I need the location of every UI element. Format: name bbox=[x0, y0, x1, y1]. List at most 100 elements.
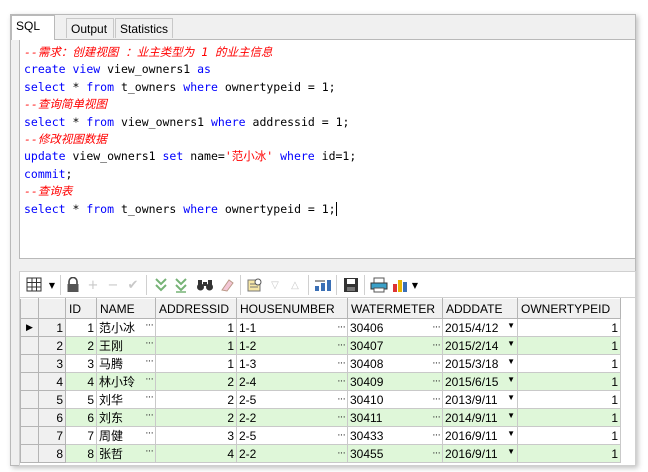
cell-housenumber[interactable]: ··· 2-2 bbox=[236, 444, 348, 463]
ellipsis-button[interactable]: ··· bbox=[428, 429, 441, 441]
cell-adddate[interactable]: ▼ 2013/9/11 bbox=[442, 390, 518, 409]
cell-watermeter[interactable]: ··· 30409 bbox=[347, 372, 443, 391]
grid-select-icon[interactable] bbox=[24, 276, 46, 294]
cell-addressid[interactable]: 3 bbox=[155, 426, 237, 445]
cell-id[interactable]: 4 bbox=[65, 372, 97, 391]
ellipsis-button[interactable]: ··· bbox=[428, 411, 441, 423]
fetch-next-icon[interactable] bbox=[152, 276, 170, 294]
ellipsis-button[interactable]: ··· bbox=[141, 319, 154, 331]
table-row[interactable]: 8 8 ··· 张哲 4 ··· 2-2 ··· 30455 ▼ 2016/9/11 1 bbox=[20, 444, 621, 463]
code-line[interactable]: commit; bbox=[24, 166, 356, 183]
tab-statistics[interactable]: Statistics bbox=[115, 18, 173, 38]
find-icon[interactable] bbox=[196, 276, 214, 294]
ellipsis-button[interactable]: ··· bbox=[428, 447, 441, 459]
chevron-down-icon[interactable]: ▼ bbox=[504, 375, 515, 384]
delete-record-icon[interactable]: − bbox=[104, 276, 122, 294]
chevron-down-icon[interactable]: ▼ bbox=[410, 276, 420, 294]
row-indicator[interactable] bbox=[20, 444, 39, 463]
cell-name[interactable]: ··· 范小冰 bbox=[96, 318, 156, 337]
export-icon[interactable] bbox=[314, 276, 332, 294]
ellipsis-button[interactable]: ··· bbox=[333, 411, 346, 423]
column-header-name[interactable]: NAME bbox=[96, 298, 156, 319]
add-record-icon[interactable]: + bbox=[84, 276, 102, 294]
ellipsis-button[interactable]: ··· bbox=[333, 429, 346, 441]
code-line[interactable]: select * from t_owners where ownertypeid… bbox=[24, 79, 356, 96]
ellipsis-button[interactable]: ··· bbox=[333, 447, 346, 459]
ellipsis-button[interactable]: ··· bbox=[428, 339, 441, 351]
column-header-housenumber[interactable]: HOUSENUMBER bbox=[236, 298, 348, 319]
row-indicator[interactable] bbox=[20, 354, 39, 373]
column-header-adddate[interactable]: ADDDATE bbox=[442, 298, 518, 319]
cell-adddate[interactable]: ▼ 2015/4/12 bbox=[442, 318, 518, 337]
code-line[interactable]: select * from view_owners1 where address… bbox=[24, 114, 356, 131]
cell-watermeter[interactable]: ··· 30455 bbox=[347, 444, 443, 463]
cell-ownertypeid[interactable]: 1 bbox=[517, 336, 621, 355]
code-line[interactable]: select * from t_owners where ownertypeid… bbox=[24, 201, 356, 218]
cell-id[interactable]: 2 bbox=[65, 336, 97, 355]
code-line[interactable]: --查询表 bbox=[24, 183, 356, 200]
lock-icon[interactable] bbox=[64, 276, 82, 294]
sort-down-icon[interactable]: ▽ bbox=[266, 276, 284, 294]
cell-id[interactable]: 8 bbox=[65, 444, 97, 463]
ellipsis-button[interactable]: ··· bbox=[141, 391, 154, 403]
code-line[interactable]: create view view_owners1 as bbox=[24, 61, 356, 78]
code-line[interactable]: --修改视图数据 bbox=[24, 131, 356, 148]
row-number[interactable]: 1 bbox=[38, 318, 66, 337]
cell-ownertypeid[interactable]: 1 bbox=[517, 354, 621, 373]
row-number[interactable]: 8 bbox=[38, 444, 66, 463]
table-row[interactable]: 4 4 ··· 林小玲 2 ··· 2-4 ··· 30409 ▼ 2015/6/15 1 bbox=[20, 372, 621, 391]
query-by-example-icon[interactable] bbox=[246, 276, 264, 294]
row-indicator[interactable] bbox=[20, 372, 39, 391]
cell-name[interactable]: ··· 林小玲 bbox=[96, 372, 156, 391]
row-indicator[interactable] bbox=[20, 390, 39, 409]
cell-id[interactable]: 6 bbox=[65, 408, 97, 427]
ellipsis-button[interactable]: ··· bbox=[141, 373, 154, 385]
ellipsis-button[interactable]: ··· bbox=[333, 321, 346, 333]
table-row[interactable]: 5 5 ··· 刘华 2 ··· 2-5 ··· 30410 ▼ 2013/9/11 1 bbox=[20, 390, 621, 409]
table-row[interactable]: 7 7 ··· 周健 3 ··· 2-5 ··· 30433 ▼ 2016/9/11 1 bbox=[20, 426, 621, 445]
chevron-down-icon[interactable]: ▼ bbox=[504, 393, 515, 402]
table-row[interactable]: 3 3 ··· 马腾 1 ··· 1-3 ··· 30408 ▼ 2015/3/18 1 bbox=[20, 354, 621, 373]
cell-watermeter[interactable]: ··· 30408 bbox=[347, 354, 443, 373]
row-number[interactable]: 6 bbox=[38, 408, 66, 427]
cell-ownertypeid[interactable]: 1 bbox=[517, 426, 621, 445]
cell-watermeter[interactable]: ··· 30407 bbox=[347, 336, 443, 355]
result-grid[interactable]: ID NAME ADDRESSID HOUSENUMBER WATERMETER… bbox=[19, 297, 636, 466]
save-icon[interactable] bbox=[342, 276, 360, 294]
cell-name[interactable]: ··· 张哲 bbox=[96, 444, 156, 463]
cell-housenumber[interactable]: ··· 2-5 bbox=[236, 426, 348, 445]
cell-id[interactable]: 7 bbox=[65, 426, 97, 445]
ellipsis-button[interactable]: ··· bbox=[141, 355, 154, 367]
tab-output[interactable]: Output bbox=[66, 18, 114, 38]
cell-housenumber[interactable]: ··· 1-1 bbox=[236, 318, 348, 337]
table-row[interactable]: 6 6 ··· 刘东 2 ··· 2-2 ··· 30411 ▼ 2014/9/11 1 bbox=[20, 408, 621, 427]
chevron-down-icon[interactable]: ▼ bbox=[504, 321, 515, 330]
row-number[interactable]: 2 bbox=[38, 336, 66, 355]
cell-name[interactable]: ··· 王刚 bbox=[96, 336, 156, 355]
ellipsis-button[interactable]: ··· bbox=[141, 445, 154, 457]
ellipsis-button[interactable]: ··· bbox=[333, 357, 346, 369]
post-changes-icon[interactable]: ✔ bbox=[124, 276, 142, 294]
row-indicator[interactable] bbox=[20, 426, 39, 445]
cell-addressid[interactable]: 1 bbox=[155, 318, 237, 337]
sql-editor[interactable]: --需求：创建视图 ：业主类型为 1 的业主信息 create view view… bbox=[19, 39, 636, 259]
row-indicator[interactable] bbox=[20, 408, 39, 427]
code-line[interactable]: --查询简单视图 bbox=[24, 96, 356, 113]
ellipsis-button[interactable]: ··· bbox=[428, 357, 441, 369]
row-indicator[interactable] bbox=[20, 336, 39, 355]
cell-addressid[interactable]: 2 bbox=[155, 372, 237, 391]
cell-addressid[interactable]: 1 bbox=[155, 354, 237, 373]
cell-housenumber[interactable]: ··· 2-5 bbox=[236, 390, 348, 409]
sql-code[interactable]: --需求：创建视图 ：业主类型为 1 的业主信息 create view view… bbox=[24, 44, 356, 218]
ellipsis-button[interactable]: ··· bbox=[333, 339, 346, 351]
ellipsis-button[interactable]: ··· bbox=[141, 337, 154, 349]
chevron-down-icon[interactable]: ▼ bbox=[504, 357, 515, 366]
row-number[interactable]: 7 bbox=[38, 426, 66, 445]
current-row-indicator[interactable]: ▶ bbox=[20, 318, 39, 337]
cell-ownertypeid[interactable]: 1 bbox=[517, 444, 621, 463]
cell-housenumber[interactable]: ··· 1-3 bbox=[236, 354, 348, 373]
cell-housenumber[interactable]: ··· 2-4 bbox=[236, 372, 348, 391]
print-icon[interactable] bbox=[370, 276, 388, 294]
cell-housenumber[interactable]: ··· 2-2 bbox=[236, 408, 348, 427]
code-line[interactable]: update view_owners1 set name='范小冰' where… bbox=[24, 148, 356, 165]
